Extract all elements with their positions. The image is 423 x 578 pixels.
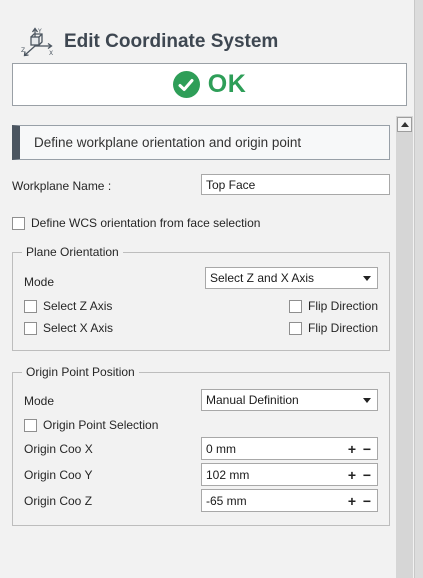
select-x-axis-row[interactable]: Select X Axis [24,321,113,335]
ok-label: OK [207,70,247,98]
select-x-axis-label: Select X Axis [43,321,114,335]
workplane-name-label: Workplane Name : [12,179,112,193]
coordinate-system-icon: Y Z X [20,26,56,60]
origin-coo-x-label: Origin Coo X [24,442,93,456]
workplane-name-input[interactable]: Top Face [201,174,390,195]
plus-icon[interactable]: + [347,441,357,457]
window-edge [414,0,423,578]
flip-direction-x-row[interactable]: Flip Direction [289,321,378,335]
chevron-down-icon [363,397,371,403]
plane-mode-label: Mode [24,275,55,289]
origin-mode-value: Manual Definition [206,393,299,407]
origin-point-selection-checkbox[interactable] [24,418,37,432]
minus-icon[interactable]: − [362,467,372,483]
flip-direction-x-checkbox[interactable] [289,321,302,335]
origin-coo-x-value[interactable]: 0 mm [206,442,236,456]
section-banner-text: Define workplane orientation and origin … [34,135,302,150]
flip-direction-z-label: Flip Direction [308,299,379,313]
scrollbar-track[interactable] [396,116,413,578]
minus-icon[interactable]: − [362,441,372,457]
flip-direction-z-checkbox[interactable] [289,299,302,313]
origin-coo-z-label: Origin Coo Z [24,494,93,508]
origin-coo-y-stepper: + − [347,467,372,483]
wcs-orientation-label: Define WCS orientation from face selecti… [31,216,261,230]
y-axis-label: Y [37,28,42,35]
chevron-down-icon [363,275,371,281]
origin-mode-label: Mode [24,394,55,408]
minus-icon[interactable]: − [362,493,372,509]
origin-mode-dropdown[interactable]: Manual Definition [201,389,378,411]
flip-direction-x-label: Flip Direction [308,321,379,335]
origin-point-selection-label: Origin Point Selection [43,418,159,432]
wcs-orientation-checkbox-row[interactable]: Define WCS orientation from face selecti… [12,216,260,230]
origin-point-title: Origin Point Position [22,365,139,379]
origin-coo-y-label: Origin Coo Y [24,468,93,482]
flip-direction-z-row[interactable]: Flip Direction [289,299,378,313]
plus-icon[interactable]: + [347,493,357,509]
x-axis-label: X [49,50,53,57]
plane-mode-value: Select Z and X Axis [210,271,315,285]
section-banner: Define workplane orientation and origin … [12,125,390,160]
check-circle-icon [172,71,200,98]
origin-coo-x-field[interactable]: 0 mm + − [201,437,378,460]
origin-coo-z-stepper: + − [347,493,372,509]
plane-orientation-title: Plane Orientation [22,245,123,259]
wcs-orientation-checkbox[interactable] [12,216,25,230]
select-z-axis-row[interactable]: Select Z Axis [24,299,112,313]
plus-icon[interactable]: + [347,467,357,483]
origin-coo-z-field[interactable]: -65 mm + − [201,489,378,512]
origin-coo-y-field[interactable]: 102 mm + − [201,463,378,486]
select-z-axis-checkbox[interactable] [24,299,37,313]
z-axis-label: Z [21,47,25,54]
plane-mode-dropdown[interactable]: Select Z and X Axis [205,267,378,289]
origin-coo-x-stepper: + − [347,441,372,457]
origin-coo-z-value[interactable]: -65 mm [206,494,247,508]
scroll-up-arrow-icon[interactable] [397,117,412,132]
select-z-axis-label: Select Z Axis [43,299,113,313]
origin-coo-y-value[interactable]: 102 mm [206,468,249,482]
origin-point-selection-row[interactable]: Origin Point Selection [24,418,158,432]
ok-button[interactable]: OK [12,63,407,106]
select-x-axis-checkbox[interactable] [24,321,37,335]
dialog-title: Edit Coordinate System [64,31,279,52]
